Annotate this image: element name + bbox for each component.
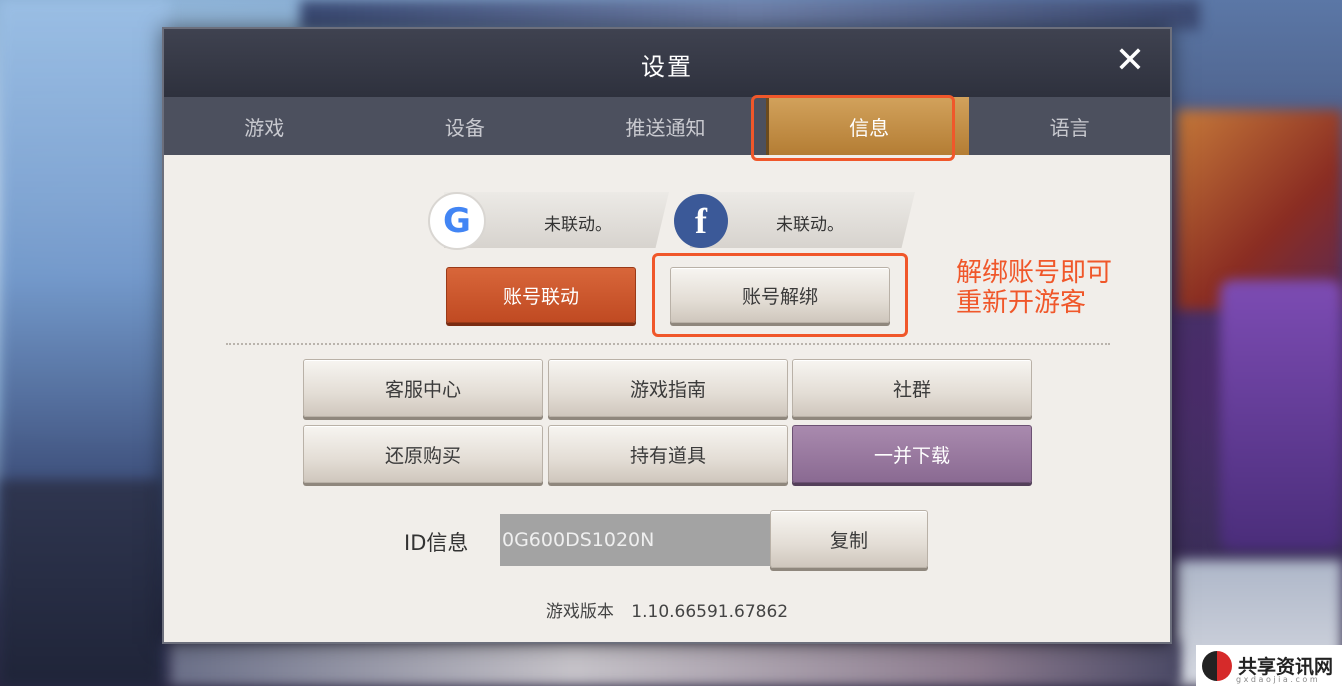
watermark: 共享资讯网 g x d a o j i a . c o m: [1196, 645, 1342, 686]
close-icon[interactable]: ✕: [1112, 43, 1148, 79]
background-bottom: [170, 640, 1180, 686]
annotation-note: 解绑账号即可 重新开游客: [956, 258, 1113, 318]
dialog-titlebar: 设置 ✕: [164, 29, 1170, 97]
google-link-status: 未联动。: [544, 215, 612, 235]
dialog-title: 设置: [641, 53, 693, 81]
game-guide-button[interactable]: 游戏指南: [548, 359, 788, 417]
watermark-logo-icon: [1202, 650, 1232, 681]
tab-push-notification[interactable]: 推送通知: [565, 97, 766, 155]
copy-id-button[interactable]: 复制: [770, 510, 928, 568]
id-info-value: 0G600DS1020N: [500, 514, 772, 566]
account-link-button[interactable]: 账号联动: [446, 267, 636, 323]
section-divider: [226, 343, 1110, 345]
facebook-icon: f: [674, 194, 728, 248]
restore-purchase-button[interactable]: 还原购买: [303, 425, 543, 483]
download-all-button[interactable]: 一并下载: [792, 425, 1032, 483]
info-tab-highlight: [751, 95, 955, 161]
id-info-label: ID信息: [404, 531, 469, 555]
settings-tabs: 游戏 设备 推送通知 信息 语言: [164, 97, 1170, 155]
community-button[interactable]: 社群: [792, 359, 1032, 417]
unlink-highlight: [652, 253, 908, 337]
version-value: 1.10.66591.67862: [631, 602, 789, 622]
tab-language[interactable]: 语言: [969, 97, 1170, 155]
tab-device[interactable]: 设备: [365, 97, 566, 155]
background-left-bottom: [0, 480, 160, 686]
customer-service-button[interactable]: 客服中心: [303, 359, 543, 417]
google-icon: G: [428, 192, 486, 250]
owned-items-button[interactable]: 持有道具: [548, 425, 788, 483]
game-version: 游戏版本 1.10.66591.67862: [164, 597, 1170, 622]
facebook-link-status: 未联动。: [776, 215, 844, 235]
background-top: [300, 0, 1200, 30]
tab-game[interactable]: 游戏: [164, 97, 365, 155]
watermark-subtext: g x d a o j i a . c o m: [1236, 675, 1318, 684]
background-right-card: [1220, 280, 1342, 550]
version-label: 游戏版本: [545, 602, 614, 622]
